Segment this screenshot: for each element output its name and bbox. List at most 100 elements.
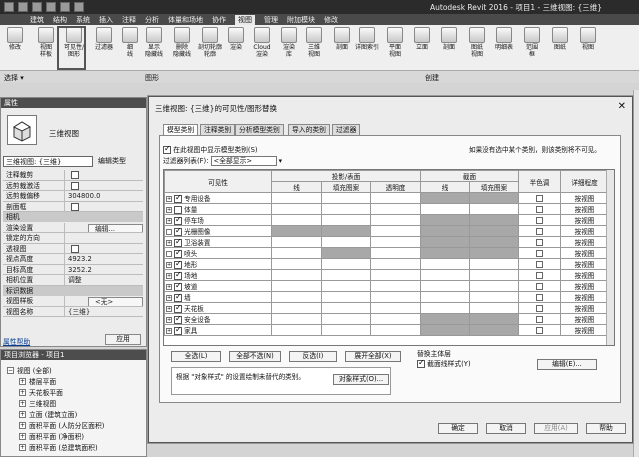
category-name-cell[interactable]: + 安全设备 [164, 313, 272, 325]
ribbon-tool-11[interactable]: 三维 视图 [302, 27, 326, 58]
ribbon-tool-12[interactable]: 剖面 [330, 27, 354, 51]
halftone-checkbox[interactable] [536, 194, 543, 202]
ribbon-tab-4[interactable]: 注释 [122, 15, 136, 25]
override-cell[interactable] [370, 302, 421, 314]
edit-type-button[interactable]: 编辑类型 [98, 156, 126, 166]
ribbon-tool-10[interactable]: 渲染 库 [277, 27, 301, 58]
category-row[interactable]: 光栅图像 按视图 [164, 225, 609, 237]
browser-item[interactable]: + 三维视图 [19, 398, 56, 408]
halftone-checkbox[interactable] [536, 315, 543, 323]
override-cell[interactable] [469, 258, 519, 270]
halftone-checkbox[interactable] [536, 205, 543, 213]
detail-level-cell[interactable]: 按视图 [560, 313, 609, 325]
col-visibility[interactable]: 可见性 [164, 170, 272, 193]
property-row[interactable]: 视图名称 {三维} [3, 306, 143, 317]
category-row[interactable]: + 坡道 按视图 [164, 280, 609, 292]
override-cell[interactable] [420, 280, 470, 292]
override-cell[interactable] [469, 302, 519, 314]
override-cell[interactable] [321, 324, 371, 336]
expand-icon[interactable]: + [166, 262, 172, 268]
override-cell[interactable] [321, 225, 371, 237]
quick-access-toolbar[interactable] [4, 2, 84, 12]
detail-level-cell[interactable]: 按视图 [560, 214, 609, 226]
browser-item[interactable]: + 立面 (建筑立面) [19, 409, 77, 419]
expand-icon[interactable]: + [166, 295, 172, 301]
override-cell[interactable] [370, 324, 421, 336]
expand-icon[interactable]: − [7, 366, 14, 374]
help-button[interactable]: 帮助 [586, 423, 626, 434]
detail-level-cell[interactable]: 按视图 [560, 203, 609, 215]
detail-level-cell[interactable]: 按视图 [560, 225, 609, 237]
override-cell[interactable] [271, 236, 322, 248]
ribbon-tool-1[interactable]: 视图 样板 [34, 27, 58, 58]
category-visibility-checkbox[interactable] [174, 227, 182, 236]
browser-item[interactable]: + 面积平面 (净面积) [19, 431, 84, 441]
category-visibility-checkbox[interactable] [174, 216, 182, 225]
expand-icon[interactable]: + [19, 388, 26, 396]
expand-icon[interactable]: + [166, 306, 172, 312]
category-row[interactable]: + 专用设备 按视图 [164, 192, 609, 204]
override-cell[interactable] [321, 203, 371, 215]
override-cell[interactable] [321, 214, 371, 226]
expand-icon[interactable]: + [19, 432, 26, 440]
override-cell[interactable] [271, 302, 322, 314]
property-row[interactable]: 剖面框 [3, 201, 143, 212]
override-cell[interactable] [321, 192, 371, 204]
halftone-cell[interactable] [518, 269, 561, 281]
expand-icon[interactable]: + [166, 284, 172, 290]
category-row[interactable]: 喷头 按视图 [164, 247, 609, 259]
override-cell[interactable] [420, 247, 470, 259]
tab-1[interactable]: 注释类别 [200, 124, 236, 135]
detail-level-cell[interactable]: 按视图 [560, 302, 609, 314]
ribbon-tab-1[interactable]: 结构 [53, 15, 67, 25]
property-section[interactable]: 相机 [3, 212, 143, 222]
override-cell[interactable] [420, 291, 470, 303]
halftone-checkbox[interactable] [536, 260, 543, 268]
expand-icon[interactable]: + [166, 328, 172, 334]
override-cell[interactable] [370, 214, 421, 226]
halftone-cell[interactable] [518, 313, 561, 325]
ribbon-tab-10[interactable]: 附加模块 [287, 15, 315, 25]
override-cell[interactable] [321, 258, 371, 270]
ribbon-tool-0[interactable]: 修改 [3, 27, 27, 51]
category-name-cell[interactable]: + 家具 [164, 324, 272, 336]
category-row[interactable]: + 地形 按视图 [164, 258, 609, 270]
ribbon-tool-3[interactable]: 过滤器 [92, 27, 116, 51]
halftone-checkbox[interactable] [536, 216, 543, 224]
ribbon-tool-19[interactable]: 范围 框 [520, 27, 544, 58]
override-cell[interactable] [271, 280, 322, 292]
override-cell[interactable] [321, 247, 371, 259]
category-visibility-checkbox[interactable] [174, 260, 182, 269]
edit-button[interactable]: 编辑(E)... [537, 359, 597, 370]
override-cell[interactable] [370, 203, 421, 215]
detail-level-cell[interactable]: 按视图 [560, 324, 609, 336]
override-cell[interactable] [321, 313, 371, 325]
instance-selector[interactable]: 三维视图: {三维} [3, 156, 93, 167]
property-checkbox[interactable] [71, 202, 79, 211]
ribbon-tab-2[interactable]: 系统 [76, 15, 90, 25]
properties-apply-button[interactable]: 应用 [105, 334, 141, 345]
halftone-cell[interactable] [518, 236, 561, 248]
property-row[interactable]: 相机位置 调整 [3, 275, 143, 286]
expand-icon[interactable] [166, 251, 172, 257]
category-row[interactable]: + 场地 按视图 [164, 269, 609, 281]
halftone-checkbox[interactable] [536, 282, 543, 290]
category-name-cell[interactable]: + 天花板 [164, 302, 272, 314]
ribbon-tool-7[interactable]: 剖切轮廓 轮廓 [198, 27, 222, 58]
detail-level-cell[interactable]: 按视图 [560, 236, 609, 248]
halftone-checkbox[interactable] [536, 293, 543, 301]
override-cell[interactable] [420, 313, 470, 325]
override-cell[interactable] [469, 247, 519, 259]
halftone-cell[interactable] [518, 203, 561, 215]
category-visibility-checkbox[interactable] [174, 206, 182, 214]
halftone-cell[interactable] [518, 280, 561, 292]
override-cell[interactable] [370, 258, 421, 270]
override-cell[interactable] [420, 192, 470, 204]
override-cell[interactable] [271, 214, 322, 226]
category-visibility-checkbox[interactable] [174, 293, 182, 302]
override-cell[interactable] [469, 236, 519, 248]
expand-icon[interactable]: + [166, 317, 172, 323]
filter-list-select[interactable]: <全部显示> [210, 156, 277, 166]
override-cell[interactable] [420, 214, 470, 226]
override-cell[interactable] [469, 313, 519, 325]
